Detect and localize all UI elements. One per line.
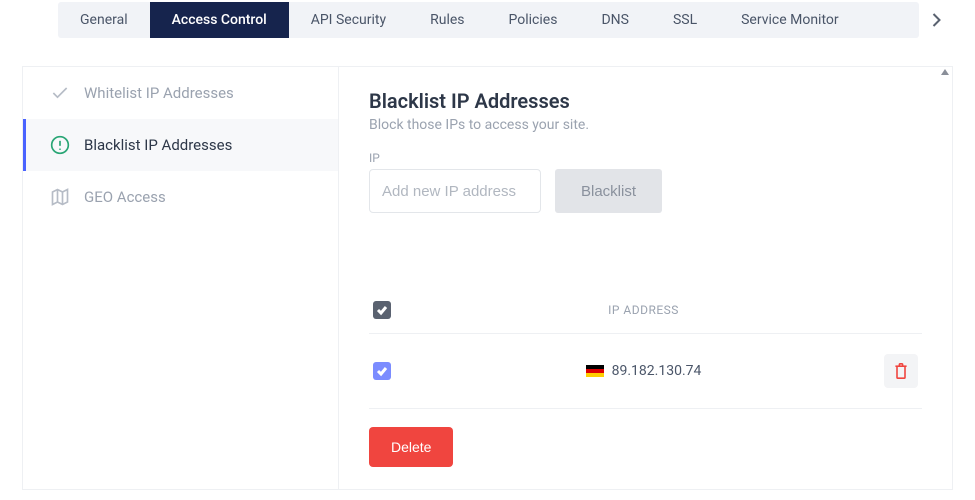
- vertical-scrollbar[interactable]: [941, 67, 949, 489]
- page-subtitle: Block those IPs to access your site.: [369, 117, 922, 133]
- row-checkbox[interactable]: [373, 362, 391, 380]
- tab-policies[interactable]: Policies: [487, 2, 580, 38]
- sidebar-item-label: Whitelist IP Addresses: [84, 84, 234, 102]
- select-all-checkbox[interactable]: [373, 301, 391, 319]
- main-panel: Blacklist IP Addresses Block those IPs t…: [339, 67, 952, 489]
- table-header-row: IP ADDRESS: [369, 301, 922, 334]
- tab-dns[interactable]: DNS: [579, 2, 651, 38]
- sidebar-item-whitelist[interactable]: Whitelist IP Addresses: [23, 67, 338, 119]
- tab-access-control[interactable]: Access Control: [150, 2, 289, 38]
- ip-input[interactable]: [369, 169, 541, 213]
- check-icon: [50, 83, 70, 103]
- tabs-scroll-right[interactable]: [919, 13, 953, 27]
- sidebar-item-blacklist[interactable]: Blacklist IP Addresses: [23, 119, 338, 171]
- check-icon: [376, 304, 388, 316]
- delete-button[interactable]: Delete: [369, 427, 453, 467]
- trash-icon: [893, 362, 909, 380]
- flag-de-icon: [586, 365, 604, 377]
- tab-ssl[interactable]: SSL: [651, 2, 719, 38]
- tab-rules[interactable]: Rules: [408, 2, 486, 38]
- chevron-right-icon: [932, 13, 941, 27]
- map-icon: [50, 187, 70, 207]
- top-tabs: General Access Control API Security Rule…: [58, 2, 919, 38]
- ip-table: IP ADDRESS 89.182.130.74: [369, 301, 922, 467]
- table-row: 89.182.130.74: [369, 334, 922, 409]
- alert-circle-icon: [50, 135, 70, 155]
- row-delete-button[interactable]: [884, 354, 918, 388]
- tab-general[interactable]: General: [58, 2, 150, 38]
- ip-address-value: 89.182.130.74: [612, 363, 702, 379]
- sidebar-item-label: GEO Access: [84, 188, 166, 206]
- check-icon: [376, 365, 388, 377]
- tab-service-monitor[interactable]: Service Monitor: [719, 2, 861, 38]
- column-header-ip: IP ADDRESS: [413, 303, 874, 317]
- sidebar-item-geo[interactable]: GEO Access: [23, 171, 338, 223]
- ip-field-label: IP: [369, 151, 922, 165]
- sidebar-item-label: Blacklist IP Addresses: [84, 136, 232, 154]
- blacklist-button[interactable]: Blacklist: [555, 169, 662, 213]
- tab-api-security[interactable]: API Security: [289, 2, 408, 38]
- page-title: Blacklist IP Addresses: [369, 89, 922, 113]
- access-control-sidebar: Whitelist IP Addresses Blacklist IP Addr…: [23, 67, 339, 489]
